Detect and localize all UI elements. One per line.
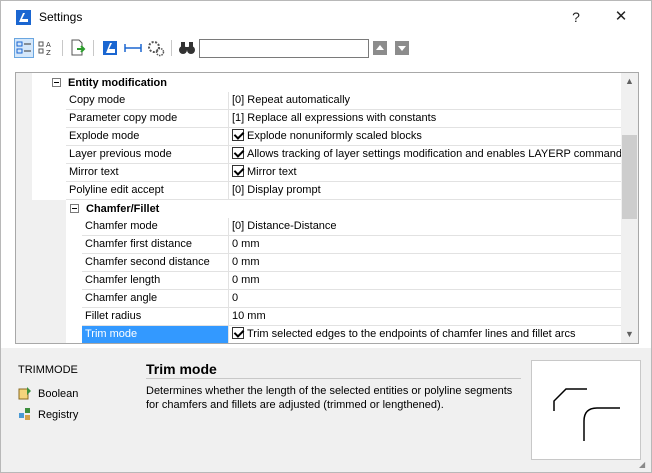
export-settings-icon[interactable] [68,38,88,58]
checkbox-checked[interactable] [232,165,244,177]
title-bar: Settings ? ✕ [1,1,651,33]
registry-storage-link[interactable]: Registry [18,407,78,423]
property-row[interactable]: Chamfer angle 0 [82,290,621,308]
search-input[interactable] [199,39,369,58]
scroll-down-icon[interactable]: ▼ [621,326,638,343]
property-name: Chamfer length [82,272,229,290]
property-name: Polyline edit accept [66,182,229,200]
collapse-icon[interactable] [70,204,79,213]
user-settings-icon[interactable] [146,38,166,58]
section-title: Entity modification [68,77,167,89]
property-value-checkbox[interactable]: Mirror text [229,164,621,182]
search-previous-icon[interactable] [373,41,387,55]
property-value[interactable]: [0] Repeat automatically [229,92,621,110]
trim-mode-preview-image [531,360,641,460]
property-value[interactable]: [0] Display prompt [229,182,621,200]
checkbox-checked[interactable] [232,129,244,141]
property-row[interactable]: Chamfer second distance 0 mm [82,254,621,272]
toolbar-separator [62,40,63,56]
property-row[interactable]: Layer previous mode Allows tracking of l… [66,146,621,164]
property-row[interactable]: Explode mode Explode nonuniformly scaled… [66,128,621,146]
drawing-settings-icon[interactable] [123,38,143,58]
property-row[interactable]: Copy mode [0] Repeat automatically [66,92,621,110]
alphabetical-view-icon[interactable]: A Z [37,38,57,58]
property-value-checkbox[interactable]: Allows tracking of layer settings modifi… [229,146,621,164]
checkbox-label: Trim selected edges to the endpoints of … [247,328,576,340]
property-name: Chamfer second distance [82,254,229,272]
property-value[interactable]: [1] Replace all expressions with constan… [229,110,621,128]
link-label: Boolean [38,388,79,400]
scroll-up-icon[interactable]: ▲ [621,73,638,90]
property-row-selected[interactable]: Trim mode Trim selected edges to the end… [82,326,621,343]
svg-text:A: A [46,41,51,49]
property-row[interactable]: Chamfer first distance 0 mm [82,236,621,254]
find-binoculars-icon[interactable] [177,38,197,58]
variable-name: TRIMMODE [18,364,78,376]
toolbar-separator [93,40,94,56]
property-value[interactable]: [0] Distance-Distance [229,218,621,236]
property-name: Trim mode [82,326,229,343]
property-value[interactable]: 10 mm [229,308,621,326]
property-row[interactable]: Fillet radius 10 mm [82,308,621,326]
boolean-type-icon [18,386,32,400]
program-settings-icon[interactable] [100,38,120,58]
checkbox-checked[interactable] [232,327,244,339]
section-header-entity-modification[interactable]: Entity modification [32,74,621,92]
property-name: Fillet radius [82,308,229,326]
registry-icon [18,407,32,421]
property-value[interactable]: 0 mm [229,236,621,254]
section-header-chamfer-fillet[interactable]: Chamfer/Fillet [66,200,621,218]
svg-text:Z: Z [46,49,51,57]
collapse-icon[interactable] [52,78,61,87]
description-title: Trim mode [146,361,217,377]
description-text: Determines whether the length of the sel… [146,385,513,411]
close-button[interactable]: ✕ [606,5,636,29]
property-value-checkbox[interactable]: Explode nonuniformly scaled blocks [229,128,621,146]
property-name: Mirror text [66,164,229,182]
trim-mode-illustration [553,388,620,441]
vertical-scrollbar[interactable]: ▲ ▼ [621,73,638,343]
description-panel: TRIMMODE Boolean Registry Trim mode Dete… [1,348,651,472]
property-name: Layer previous mode [66,146,229,164]
property-name: Explode mode [66,128,229,146]
property-row[interactable]: Parameter copy mode [1] Replace all expr… [66,110,621,128]
property-row[interactable]: Chamfer mode [0] Distance-Distance [82,218,621,236]
checkbox-label: Allows tracking of layer settings modifi… [247,148,621,160]
search-next-icon[interactable] [395,41,409,55]
categorized-view-icon[interactable] [14,38,34,58]
app-logo-icon [16,10,31,25]
window-title: Settings [39,10,83,24]
help-button[interactable]: ? [561,5,591,29]
property-name: Parameter copy mode [66,110,229,128]
boolean-type-link[interactable]: Boolean [18,386,78,402]
description-divider [146,378,521,379]
checkbox-label: Explode nonuniformly scaled blocks [247,130,422,142]
property-name: Chamfer first distance [82,236,229,254]
link-label: Registry [38,409,79,421]
subsection-indent [32,200,66,343]
property-name: Chamfer mode [82,218,229,236]
checkbox-label: Mirror text [247,166,297,178]
checkbox-checked[interactable] [232,147,244,159]
property-value-checkbox[interactable]: Trim selected edges to the endpoints of … [229,326,621,343]
grid-gutter [16,73,32,343]
property-row[interactable]: Mirror text Mirror text [66,164,621,182]
resize-grip-icon[interactable]: ◢ [639,460,649,470]
property-row[interactable]: Polyline edit accept [0] Display prompt [66,182,621,200]
toolbar: A Z [1,34,651,62]
property-name: Chamfer angle [82,290,229,308]
property-value[interactable]: 0 mm [229,272,621,290]
property-value[interactable]: 0 [229,290,621,308]
scrollbar-thumb[interactable] [622,135,637,219]
toolbar-separator [171,40,172,56]
property-row[interactable]: Chamfer length 0 mm [82,272,621,290]
property-name: Copy mode [66,92,229,110]
section-title: Chamfer/Fillet [86,203,160,215]
settings-window: Settings ? ✕ A Z Entity modification Cop… [0,0,652,473]
property-value[interactable]: 0 mm [229,254,621,272]
property-grid: Entity modification Copy mode [0] Repeat… [15,72,639,344]
